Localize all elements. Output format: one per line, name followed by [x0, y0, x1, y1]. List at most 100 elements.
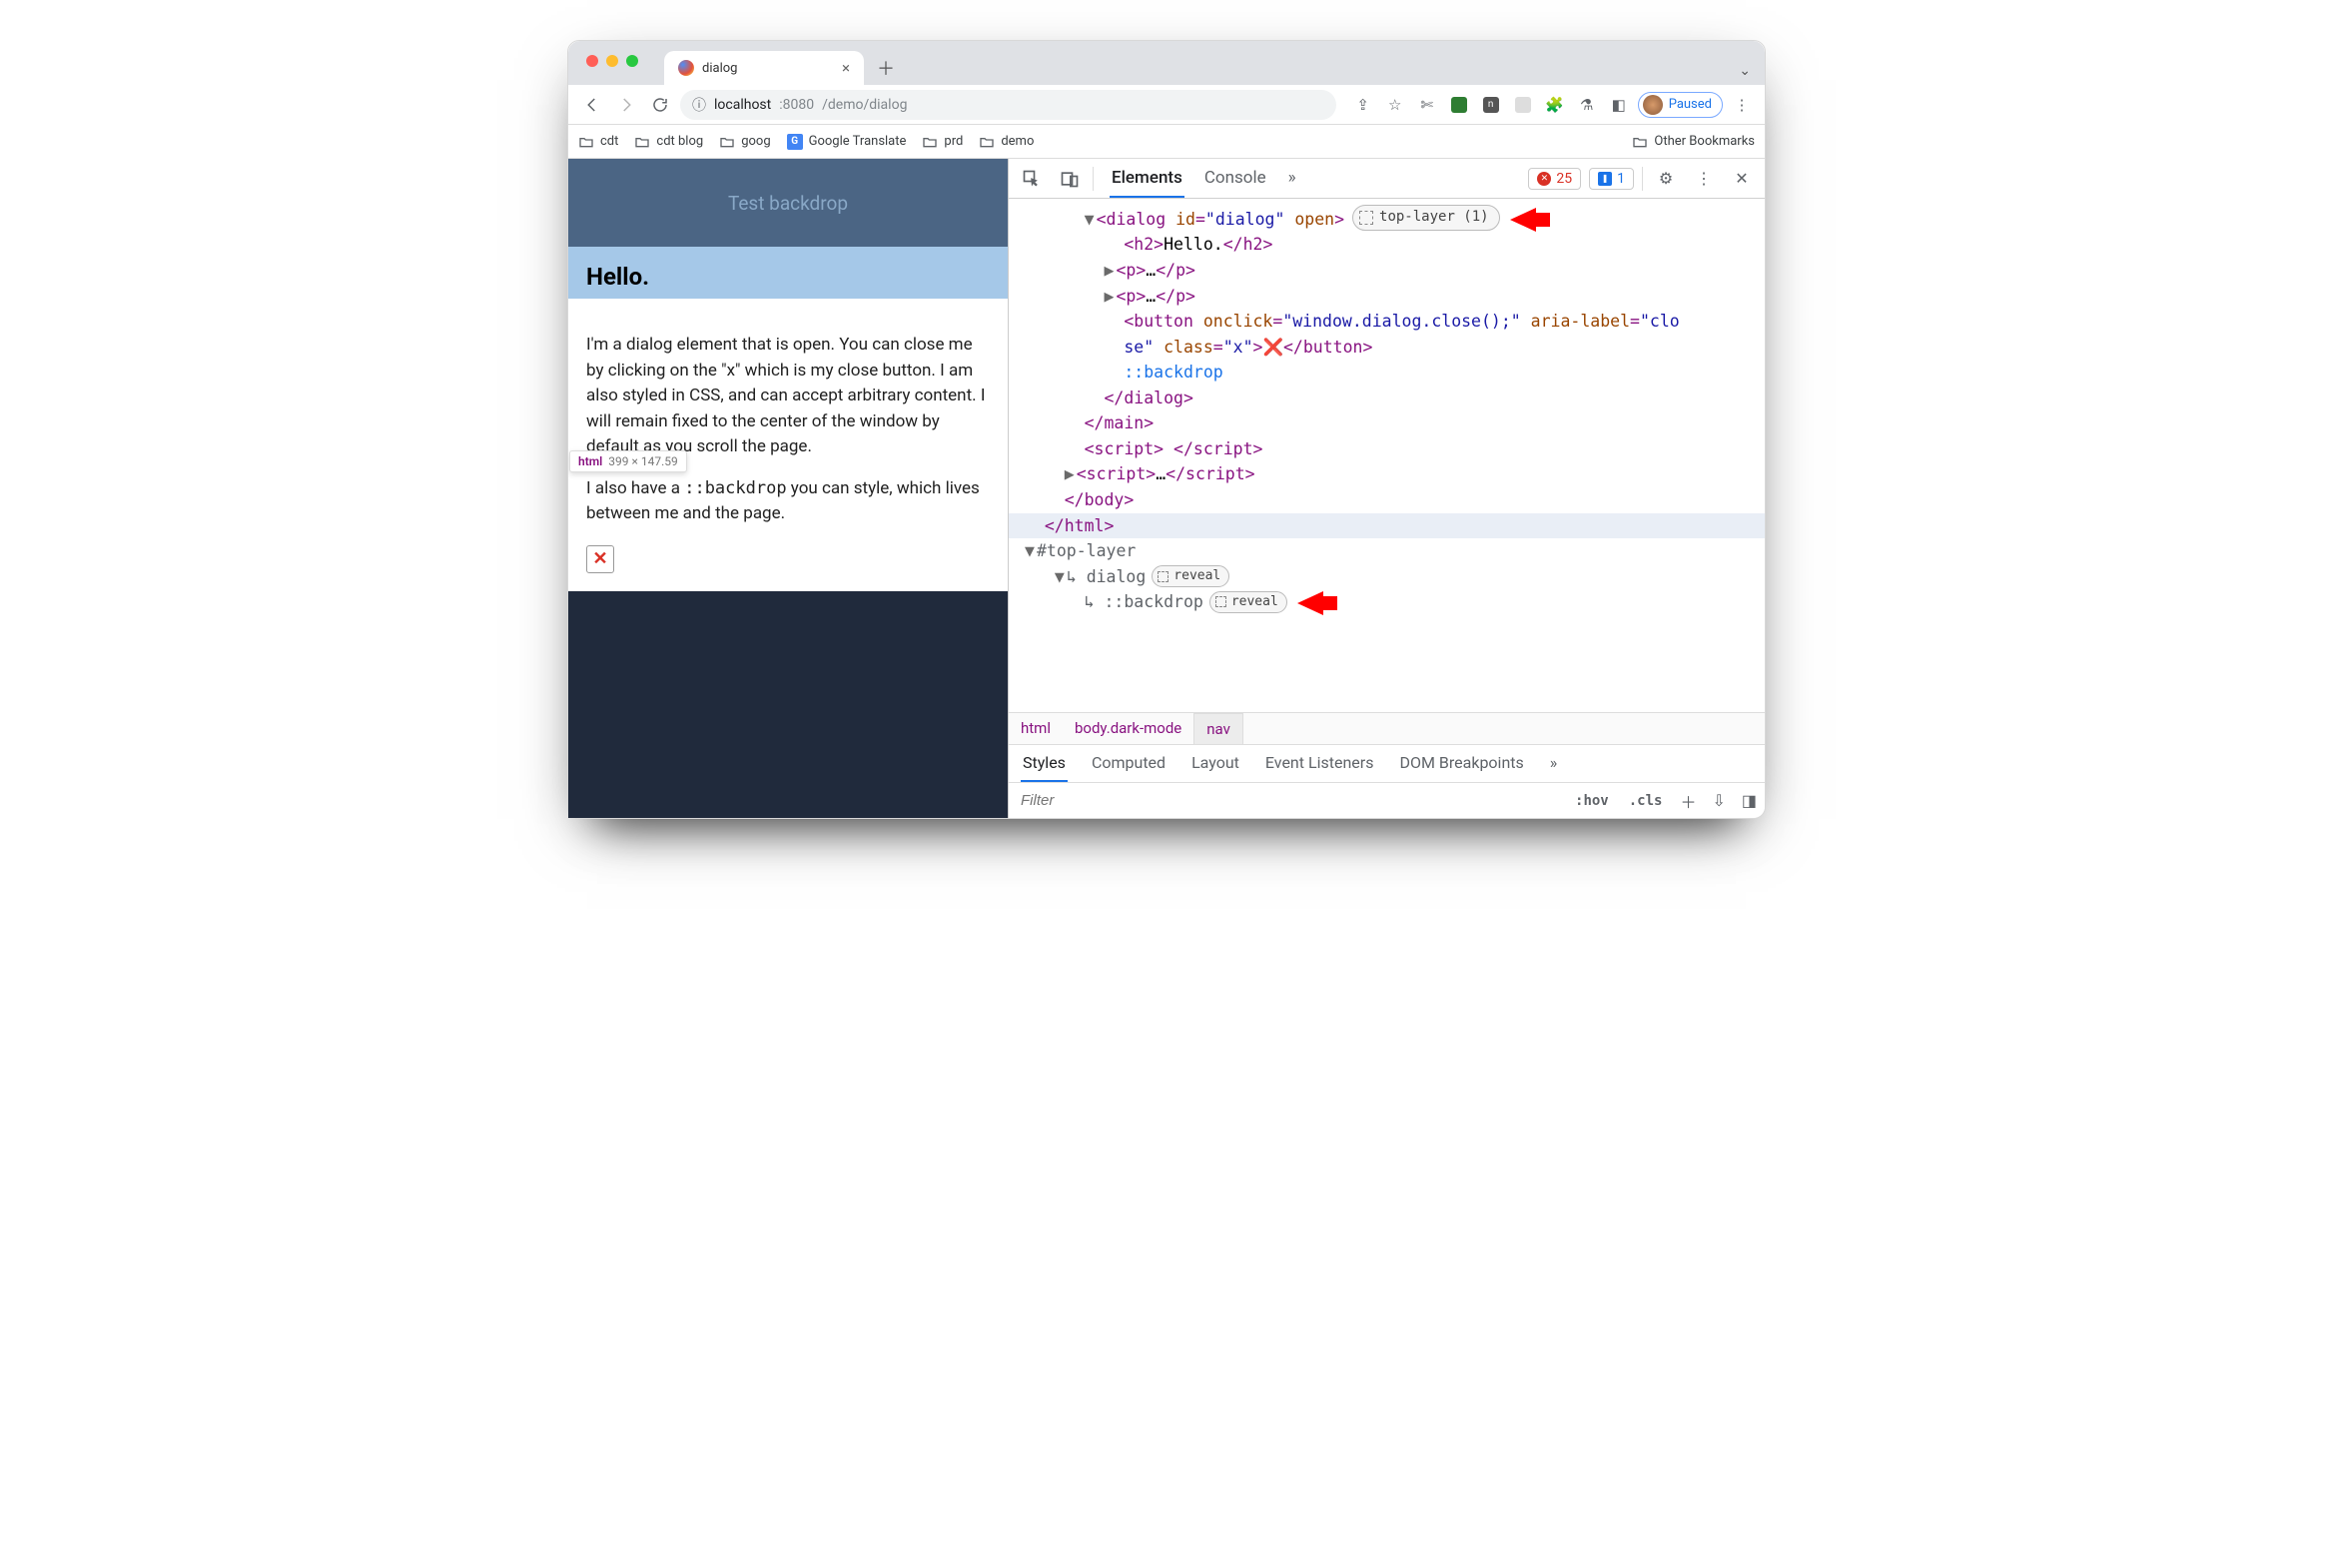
errors-count: 25: [1556, 171, 1572, 187]
url-path: /demo/dialog: [822, 97, 907, 113]
url-input[interactable]: ⓘ localhost:8080/demo/dialog: [680, 90, 1336, 120]
address-bar: ⓘ localhost:8080/demo/dialog ⇪ ☆ ✄ n 🧩 ⚗…: [568, 85, 1765, 125]
share-icon[interactable]: ⇪: [1350, 92, 1376, 118]
flask-icon[interactable]: ⚗: [1574, 92, 1600, 118]
dom-html-close[interactable]: </html>: [1045, 516, 1115, 535]
page-viewport: Test backdrop Hello. I'm a dialog elemen…: [568, 159, 1008, 818]
errors-pill[interactable]: 25: [1528, 168, 1581, 190]
expand-toggle[interactable]: ▶: [1104, 284, 1116, 310]
issues-pill[interactable]: 1: [1589, 168, 1634, 190]
bookmark-label: Other Bookmarks: [1654, 134, 1755, 149]
bookmark-label: demo: [1001, 134, 1034, 149]
subtab-dom-breakpoints[interactable]: DOM Breakpoints: [1397, 745, 1525, 782]
dom-ellipsis: …: [1156, 464, 1166, 483]
bookmark-star-icon[interactable]: ☆: [1382, 92, 1408, 118]
expand-toggle[interactable]: ▼: [1085, 207, 1097, 233]
tab-elements[interactable]: Elements: [1110, 160, 1184, 198]
reveal-badge[interactable]: reveal: [1209, 591, 1287, 613]
page-header: Test backdrop: [568, 159, 1008, 247]
subtab-overflow-icon[interactable]: »: [1548, 745, 1560, 782]
bookmark-demo[interactable]: demo: [979, 134, 1034, 150]
top-layer-dialog[interactable]: dialog: [1087, 567, 1147, 586]
styles-filter-bar: :hov .cls ＋ ⇩ ◨: [1009, 782, 1765, 818]
tab-close-icon[interactable]: ×: [842, 59, 850, 77]
titlebar: dialog × ＋ ⌄: [568, 41, 1765, 85]
bookmark-goog[interactable]: goog: [719, 134, 770, 150]
bookmark-cdt-blog[interactable]: cdt blog: [634, 134, 703, 150]
new-tab-button[interactable]: ＋: [872, 54, 900, 82]
picker-icon: [1359, 211, 1373, 225]
tabs-menu-button[interactable]: ⌄: [1739, 63, 1751, 79]
dialog-element: I'm a dialog element that is open. You c…: [568, 299, 1008, 591]
inspect-element-icon[interactable]: [1017, 164, 1047, 194]
minimize-window-button[interactable]: [606, 55, 618, 67]
bookmark-google-translate[interactable]: GGoogle Translate: [787, 134, 907, 150]
devtools-header: Elements Console » 25 1 ⚙ ⋮ ✕: [1009, 159, 1765, 199]
styles-filter-input[interactable]: [1009, 792, 1565, 809]
dom-top-layer-root[interactable]: #top-layer: [1037, 541, 1136, 560]
computed-sidebar-icon[interactable]: ◨: [1734, 791, 1765, 810]
devtools-close-icon[interactable]: ✕: [1727, 164, 1757, 194]
top-layer-backdrop[interactable]: ::backdrop: [1104, 592, 1202, 611]
reveal-badge[interactable]: reveal: [1152, 565, 1229, 587]
profile-state: Paused: [1669, 97, 1712, 112]
tab-overflow-icon[interactable]: »: [1286, 160, 1298, 198]
import-icon[interactable]: ⇩: [1704, 791, 1733, 810]
expand-toggle[interactable]: ▶: [1104, 258, 1116, 284]
back-button[interactable]: [578, 91, 606, 119]
cls-toggle[interactable]: .cls: [1619, 793, 1673, 809]
bookmark-prd[interactable]: prd: [922, 134, 963, 150]
expand-toggle[interactable]: ▶: [1065, 461, 1077, 487]
close-window-button[interactable]: [586, 55, 598, 67]
devtools-tabs: Elements Console »: [1110, 160, 1298, 198]
dom-h2-text: Hello.: [1164, 235, 1223, 254]
toolbar-right: ⇪ ☆ ✄ n 🧩 ⚗ ◧ Paused ⋮: [1350, 92, 1755, 118]
bookmark-label: cdt: [600, 134, 618, 149]
sidepanel-icon[interactable]: ◧: [1606, 92, 1632, 118]
extension-icon-2[interactable]: n: [1478, 92, 1504, 118]
dom-backdrop-pseudo[interactable]: ::backdrop: [1124, 363, 1222, 382]
tab-row: dialog × ＋ ⌄: [664, 41, 1765, 85]
expand-toggle[interactable]: ▼: [1025, 538, 1037, 564]
reload-button[interactable]: [646, 91, 674, 119]
dom-p-close: </p>: [1156, 287, 1195, 306]
device-toolbar-icon[interactable]: [1055, 164, 1085, 194]
new-style-rule-icon[interactable]: ＋: [1672, 789, 1704, 813]
dom-tree[interactable]: ▼<dialog id="dialog" open>top-layer (1) …: [1009, 199, 1765, 712]
scissors-icon[interactable]: ✄: [1414, 92, 1440, 118]
tab-console[interactable]: Console: [1202, 160, 1268, 198]
dialog-title: Hello.: [586, 263, 990, 291]
settings-gear-icon[interactable]: ⚙: [1651, 164, 1681, 194]
dom-ellipsis: …: [1146, 287, 1156, 306]
profile-chip[interactable]: Paused: [1638, 92, 1723, 118]
dialog-close-button[interactable]: ✕: [586, 545, 614, 573]
top-layer-badge[interactable]: top-layer (1): [1352, 205, 1500, 231]
extension-icon-3[interactable]: [1510, 92, 1536, 118]
dom-sp: [1164, 439, 1173, 458]
kebab-menu-icon[interactable]: ⋮: [1729, 92, 1755, 118]
page-header-text: Test backdrop: [728, 192, 848, 215]
crumb-body[interactable]: body.dark-mode: [1063, 713, 1193, 744]
hov-toggle[interactable]: :hov: [1565, 793, 1619, 809]
bookmark-label: Google Translate: [809, 134, 907, 149]
site-info-icon[interactable]: ⓘ: [692, 95, 706, 115]
dom-aria-val: "clo: [1640, 312, 1680, 331]
subtab-styles[interactable]: Styles: [1021, 745, 1068, 782]
extensions-puzzle-icon[interactable]: 🧩: [1542, 92, 1568, 118]
extension-icon-1[interactable]: [1446, 92, 1472, 118]
subtab-layout[interactable]: Layout: [1189, 745, 1241, 782]
crumb-nav[interactable]: nav: [1193, 713, 1243, 744]
browser-tab[interactable]: dialog ×: [664, 51, 864, 85]
forward-button[interactable]: [612, 91, 640, 119]
devtools-menu-icon[interactable]: ⋮: [1689, 164, 1719, 194]
maximize-window-button[interactable]: [626, 55, 638, 67]
other-bookmarks[interactable]: Other Bookmarks: [1632, 134, 1755, 150]
annotation-arrow-1: [1510, 210, 1536, 229]
expand-toggle[interactable]: ▼: [1055, 564, 1067, 590]
subtab-event-listeners[interactable]: Event Listeners: [1263, 745, 1376, 782]
dom-h2-open: <h2>: [1124, 235, 1164, 254]
breadcrumb-bar: html body.dark-mode nav: [1009, 712, 1765, 744]
crumb-html[interactable]: html: [1009, 713, 1063, 744]
subtab-computed[interactable]: Computed: [1090, 745, 1167, 782]
bookmark-cdt[interactable]: cdt: [578, 134, 618, 150]
